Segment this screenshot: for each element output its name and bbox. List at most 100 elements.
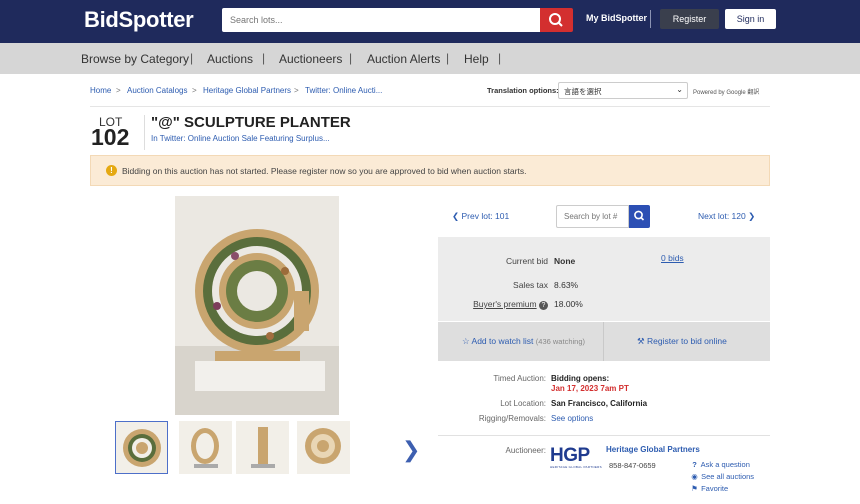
bidding-opens-date: Jan 17, 2023 7am PT bbox=[551, 384, 629, 393]
question-icon: ? bbox=[692, 460, 697, 469]
help-icon[interactable]: ? bbox=[539, 301, 548, 310]
bid-actions: ☆ Add to watch list (436 watching) ⚒ Reg… bbox=[438, 322, 770, 361]
nav-separator: | bbox=[498, 51, 502, 65]
see-all-auctions-link[interactable]: ◉ See all auctions bbox=[690, 472, 754, 481]
translation-label: Translation options: bbox=[487, 86, 559, 95]
global-search bbox=[222, 8, 573, 32]
eye-icon: ◉ bbox=[691, 472, 698, 481]
thumbnail-photo bbox=[251, 427, 275, 468]
register-to-bid-button[interactable]: ⚒ Register to bid online bbox=[637, 336, 727, 347]
ask-question-label: Ask a question bbox=[700, 460, 750, 469]
nav-separator: | bbox=[262, 51, 266, 65]
lot-number: 102 bbox=[91, 124, 130, 150]
register-button[interactable]: Register bbox=[660, 9, 719, 29]
breadcrumb-separator: > bbox=[192, 86, 197, 95]
thumbnail-2[interactable] bbox=[179, 421, 232, 474]
buyers-premium-link[interactable]: Buyer's premium bbox=[473, 299, 537, 309]
current-bid-value: None bbox=[554, 256, 576, 266]
main-nav: Browse by Category | Auctions | Auctione… bbox=[0, 43, 860, 74]
search-icon bbox=[549, 13, 563, 27]
search-icon bbox=[634, 210, 645, 221]
register-to-bid-label: Register to bid online bbox=[647, 336, 727, 346]
star-icon: ☆ bbox=[462, 336, 470, 346]
nav-help[interactable]: Help bbox=[464, 52, 489, 66]
warning-icon: ! bbox=[106, 165, 117, 176]
bidspotter-logo[interactable]: BidSpotter bbox=[84, 7, 194, 33]
nav-auction-alerts[interactable]: Auction Alerts bbox=[367, 52, 440, 66]
divider bbox=[90, 106, 770, 107]
favorite-label: Favorite bbox=[701, 484, 729, 493]
hgp-logo[interactable]: HGP HERITAGE GLOBAL PARTNERS bbox=[550, 445, 602, 471]
bids-count-link[interactable]: 0 bids bbox=[661, 253, 684, 263]
language-select-value: 言語を選択 bbox=[564, 87, 602, 96]
search-lots-input[interactable] bbox=[222, 8, 540, 32]
add-to-watch-list-button[interactable]: ☆ Add to watch list (436 watching) bbox=[462, 336, 585, 347]
auction-link[interactable]: In Twitter: Online Auction Sale Featurin… bbox=[151, 134, 330, 143]
bid-summary: Current bid None 0 bids Sales tax 8.63% … bbox=[438, 237, 770, 321]
my-bidspotter-link[interactable]: My BidSpotter bbox=[586, 13, 647, 23]
search-button[interactable] bbox=[540, 8, 573, 32]
auctioneer-name-link[interactable]: Heritage Global Partners bbox=[606, 445, 700, 454]
nav-auctioneers[interactable]: Auctioneers bbox=[279, 52, 342, 66]
sales-tax-label: Sales tax bbox=[513, 280, 548, 290]
header-divider bbox=[650, 10, 651, 28]
hgp-logo-text: HGP bbox=[550, 445, 590, 466]
breadcrumb-separator: > bbox=[116, 86, 121, 95]
nav-auctions[interactable]: Auctions bbox=[207, 52, 253, 66]
thumbnail-4[interactable] bbox=[297, 421, 350, 474]
nav-browse-by-category[interactable]: Browse by Category bbox=[81, 52, 189, 66]
lot-search-input[interactable] bbox=[556, 205, 629, 228]
divider bbox=[603, 322, 604, 361]
nav-separator: | bbox=[349, 51, 353, 65]
nav-separator: | bbox=[446, 51, 450, 65]
breadcrumb-current-auction[interactable]: Twitter: Online Aucti... bbox=[305, 86, 382, 95]
language-select[interactable]: 言語を選択 ⌄ bbox=[558, 82, 688, 99]
breadcrumb-separator: > bbox=[294, 86, 299, 95]
thumbnail-1[interactable] bbox=[115, 421, 168, 474]
buyers-premium-value: 18.00% bbox=[554, 299, 583, 309]
buyers-premium-label[interactable]: Buyer's premium ? bbox=[438, 299, 548, 310]
nav-separator: | bbox=[190, 51, 194, 65]
next-lot-label: Next lot: 120 bbox=[698, 211, 746, 221]
bidding-opens-label: Bidding opens: bbox=[551, 374, 610, 383]
auctioneer-label: Auctioneer: bbox=[505, 446, 546, 455]
chevron-right-icon[interactable]: ❯ bbox=[402, 437, 420, 463]
lot-search-button[interactable] bbox=[629, 205, 650, 228]
watch-label: Add to watch list bbox=[471, 336, 534, 346]
notice-text: Bidding on this auction has not started.… bbox=[122, 166, 527, 176]
top-header: BidSpotter My BidSpotter Register Sign i… bbox=[0, 0, 860, 43]
gavel-icon: ⚒ bbox=[637, 336, 645, 346]
lot-main-image[interactable] bbox=[175, 196, 339, 415]
thumbnail-3[interactable] bbox=[236, 421, 289, 474]
sign-in-button[interactable]: Sign in bbox=[725, 9, 776, 29]
breadcrumb-auction-catalogs[interactable]: Auction Catalogs bbox=[127, 86, 187, 95]
auctioneer-phone: 858-847-0659 bbox=[609, 461, 656, 470]
bidding-notice: ! Bidding on this auction has not starte… bbox=[90, 155, 770, 186]
lot-title: "@" SCULPTURE PLANTER bbox=[151, 114, 351, 131]
chevron-right-icon: ❯ bbox=[745, 211, 756, 221]
bell-icon: ⚑ bbox=[691, 484, 698, 493]
powered-by-google: Powered by Google 翻訳 bbox=[693, 90, 760, 96]
timed-auction-label: Timed Auction: bbox=[493, 374, 546, 383]
breadcrumb-heritage-global-partners[interactable]: Heritage Global Partners bbox=[203, 86, 291, 95]
watching-count: (436 watching) bbox=[535, 337, 585, 346]
next-lot-link[interactable]: Next lot: 120 ❯ bbox=[698, 211, 755, 222]
prev-lot-label: Prev lot: 101 bbox=[461, 211, 510, 221]
thumbnail-photo bbox=[305, 428, 341, 464]
see-all-auctions-label: See all auctions bbox=[701, 472, 755, 481]
breadcrumb-home[interactable]: Home bbox=[90, 86, 111, 95]
chevron-down-icon: ⌄ bbox=[676, 85, 683, 94]
prev-lot-link[interactable]: ❮ Prev lot: 101 bbox=[452, 211, 509, 222]
rigging-options-link[interactable]: See options bbox=[551, 414, 593, 423]
divider bbox=[144, 115, 145, 150]
rigging-label: Rigging/Removals: bbox=[478, 414, 546, 423]
lot-location-value: San Francisco, California bbox=[551, 399, 648, 408]
lot-location-label: Lot Location: bbox=[500, 399, 546, 408]
current-bid-label: Current bid bbox=[505, 256, 548, 266]
hgp-logo-subtext: HERITAGE GLOBAL PARTNERS bbox=[550, 465, 602, 469]
thumbnail-photo bbox=[191, 428, 219, 468]
divider bbox=[438, 435, 770, 436]
sales-tax-value: 8.63% bbox=[554, 280, 579, 290]
ask-question-link[interactable]: ? Ask a question bbox=[690, 460, 750, 469]
favorite-link[interactable]: ⚑ Favorite bbox=[690, 484, 728, 493]
